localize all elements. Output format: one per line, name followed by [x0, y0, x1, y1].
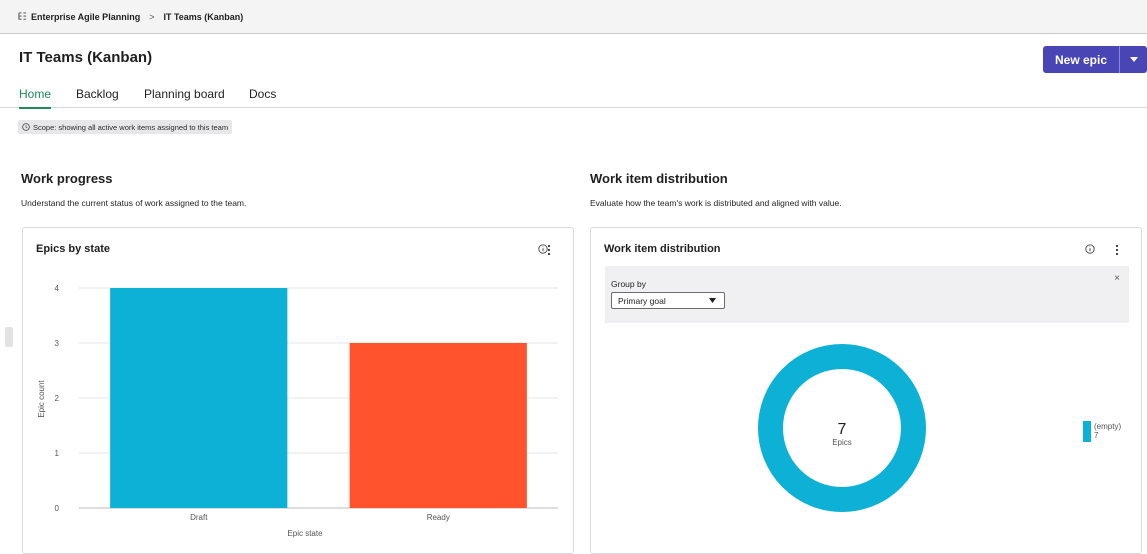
x-tick-label: Ready [427, 513, 450, 522]
work-progress-title: Work progress [21, 171, 113, 186]
epics-by-state-card: Epics by state Epic count Epic state 012… [22, 227, 574, 554]
donut-center-label: Epics [832, 438, 852, 447]
chevron-down-icon [709, 298, 716, 303]
x-axis-label: Epic state [287, 529, 323, 538]
tab-backlog[interactable]: Backlog [76, 87, 119, 107]
tab-bar: Home Backlog Planning board Docs [0, 80, 1147, 109]
group-by-select[interactable]: Primary goal [611, 292, 725, 309]
legend-series-value: 7 [1094, 431, 1099, 440]
legend-label: (empty) 7 [1094, 422, 1121, 440]
more-options-icon[interactable] [1112, 244, 1122, 256]
y-tick-label: 3 [55, 339, 60, 348]
page-title: IT Teams (Kanban) [19, 49, 153, 66]
work-item-distribution-card: Work item distribution Group by Primary … [590, 227, 1142, 554]
y-axis-label: Epic count [37, 380, 46, 418]
hierarchy-icon [18, 12, 27, 20]
donut-center-value: 7 [837, 421, 847, 438]
legend-series-name: (empty) [1094, 422, 1122, 431]
distribution-card-title: Work item distribution [604, 243, 721, 255]
tab-docs[interactable]: Docs [249, 87, 276, 107]
x-tick-label: Draft [190, 513, 208, 522]
work-progress-description: Understand the current status of work as… [21, 198, 247, 208]
group-by-value: Primary goal [618, 295, 666, 306]
scope-text: Scope: showing all active work items ass… [33, 122, 229, 132]
info-icon[interactable] [1085, 244, 1095, 254]
group-by-label: Group by [611, 279, 646, 289]
close-icon[interactable]: × [1114, 273, 1120, 284]
y-tick-label: 4 [55, 284, 60, 293]
distribution-title: Work item distribution [590, 171, 728, 186]
breadcrumb: Enterprise Agile Planning > IT Teams (Ka… [0, 0, 1147, 34]
new-epic-dropdown-button[interactable] [1120, 46, 1147, 73]
chevron-down-icon [1129, 57, 1138, 62]
y-tick-label: 2 [55, 394, 60, 403]
breadcrumb-root[interactable]: Enterprise Agile Planning [31, 12, 140, 22]
new-epic-split-button: New epic [1043, 46, 1147, 73]
scope-badge: Scope: showing all active work items ass… [18, 120, 233, 134]
epics-by-state-chart: Epic count Epic state 0 1 2 3 4 Draft Ready [37, 284, 558, 538]
new-epic-button[interactable]: New epic [1043, 46, 1121, 73]
bar-draft[interactable] [110, 288, 288, 508]
distribution-description: Evaluate how the team's work is distribu… [590, 198, 842, 208]
y-tick-label: 1 [55, 449, 60, 458]
breadcrumb-current[interactable]: IT Teams (Kanban) [163, 12, 243, 22]
legend-swatch [1083, 421, 1091, 442]
tab-planning-board[interactable]: Planning board [144, 87, 225, 107]
y-tick-label: 0 [55, 504, 60, 513]
bar-ready[interactable] [349, 343, 527, 508]
side-panel-handle[interactable] [5, 327, 13, 347]
tab-home[interactable]: Home [19, 87, 52, 109]
info-icon [22, 123, 30, 131]
group-by-panel: Group by Primary goal × [605, 266, 1129, 323]
breadcrumb-separator: > [149, 11, 155, 22]
